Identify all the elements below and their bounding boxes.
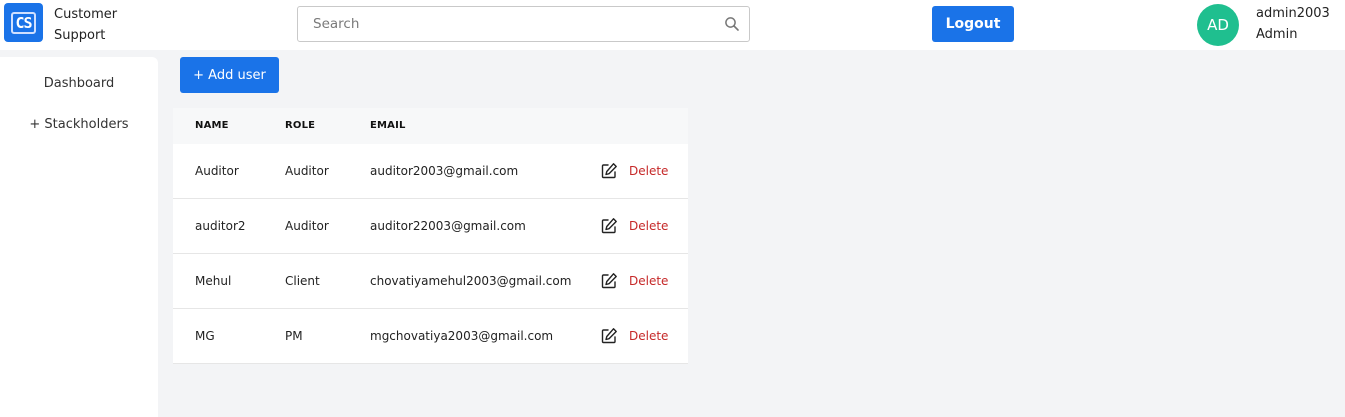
add-user-button[interactable]: + Add user [180,57,279,93]
cell-role: PM [285,329,303,343]
cell-name: auditor2 [195,219,246,233]
table-row: MG PM mgchovatiya2003@gmail.com Delete [173,309,688,364]
app-logo[interactable]: CS [4,3,43,42]
cell-role: Client [285,274,320,288]
edit-icon[interactable] [600,162,618,180]
cell-name: Auditor [195,164,239,178]
column-header-email: EMAIL [370,120,406,131]
table-row: auditor2 Auditor auditor22003@gmail.com … [173,199,688,254]
delete-link[interactable]: Delete [629,274,668,288]
table-row: Auditor Auditor auditor2003@gmail.com De… [173,144,688,199]
delete-link[interactable]: Delete [629,219,668,233]
sidebar-item-stackholders[interactable]: + Stackholders [0,117,158,132]
cell-email: mgchovatiya2003@gmail.com [370,329,554,343]
sidebar-item-dashboard[interactable]: Dashboard [0,76,158,91]
cell-email: auditor22003@gmail.com [370,219,526,233]
search-box [297,6,750,42]
cell-name: MG [195,329,215,343]
edit-icon[interactable] [600,217,618,235]
search-icon[interactable] [724,16,740,32]
edit-icon[interactable] [600,327,618,345]
cell-role: Auditor [285,164,329,178]
brand-line-1: Customer [54,7,118,22]
table-row: Mehul Client chovatiyamehul2003@gmail.co… [173,254,688,309]
cell-name: Mehul [195,274,232,288]
cell-email: chovatiyamehul2003@gmail.com [370,274,572,288]
table-header: NAME ROLE EMAIL [173,108,688,144]
delete-link[interactable]: Delete [629,329,668,343]
username: admin2003 [1256,6,1330,21]
logout-button[interactable]: Logout [932,6,1014,42]
column-header-name: NAME [195,120,229,131]
top-bar: CS Customer Support Logout AD admin2003 … [0,0,1345,50]
delete-link[interactable]: Delete [629,164,668,178]
sidebar: Dashboard + Stackholders [0,57,158,417]
user-info: admin2003 Admin [1256,3,1330,45]
column-header-role: ROLE [285,120,316,131]
cell-role: Auditor [285,219,329,233]
brand-line-2: Support [54,28,106,43]
cell-email: auditor2003@gmail.com [370,164,519,178]
logo-text: CS [11,11,36,34]
brand-name: Customer Support [54,4,117,46]
search-input[interactable] [298,7,718,41]
edit-icon[interactable] [600,272,618,290]
users-table: NAME ROLE EMAIL Auditor Auditor auditor2… [173,108,688,364]
user-role: Admin [1256,27,1298,42]
avatar[interactable]: AD [1197,4,1239,46]
